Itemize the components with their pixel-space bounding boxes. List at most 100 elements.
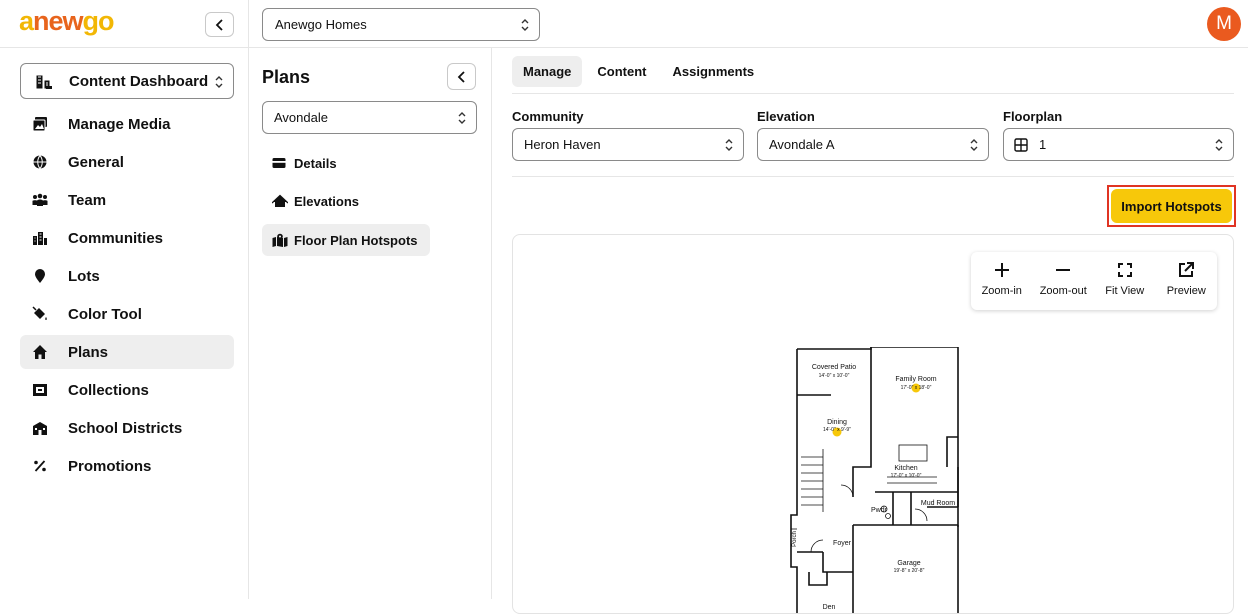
fit-view-label: Fit View — [1105, 285, 1145, 297]
updown-chevron-icon — [970, 139, 978, 151]
external-link-icon — [1179, 262, 1195, 277]
tab-bar: Manage Content Assignments — [512, 56, 765, 88]
plan-subnav-elevations[interactable]: Elevations — [262, 185, 371, 217]
fp-garage-dim: 19'-8" x 20'-8" — [894, 568, 925, 574]
fp-foyer: Foyer — [833, 540, 852, 547]
zoom-in-label: Zoom-in — [981, 285, 1022, 297]
media-icon — [32, 117, 47, 132]
plan-select[interactable]: Avondale — [262, 101, 477, 134]
fp-family-room: Family Room — [895, 376, 936, 383]
sidebar-item-label: Communities — [68, 229, 164, 247]
sidebar-item-label: Plans — [68, 343, 109, 361]
sidebar-item-promotions[interactable]: Promotions — [20, 449, 234, 483]
fp-dining-dim: 14'-0" x 9'-9" — [823, 427, 851, 433]
sidebar-item-label: General — [68, 153, 124, 171]
sidebar-item-color-tool[interactable]: Color Tool — [20, 297, 234, 331]
tab-assignments[interactable]: Assignments — [662, 56, 766, 87]
import-hotspots-button[interactable]: Import Hotspots — [1111, 189, 1232, 223]
zoom-out-button[interactable]: Zoom-out — [1033, 252, 1095, 310]
plan-subnav-floor-plan-hotspots[interactable]: Floor Plan Hotspots — [262, 224, 430, 256]
chevron-left-icon — [215, 18, 223, 31]
plan-subnav-details[interactable]: Details — [262, 147, 349, 179]
updown-chevron-icon — [458, 112, 466, 124]
sidebar-item-school-districts[interactable]: School Districts — [20, 411, 234, 445]
community-label: Community — [512, 109, 584, 124]
pin-icon — [35, 269, 45, 283]
sidebar-item-general[interactable]: General — [20, 145, 234, 179]
fit-view-icon — [1117, 263, 1132, 277]
sidebar-item-communities[interactable]: Communities — [20, 221, 234, 255]
city-icon — [33, 232, 47, 245]
canvas-toolbar: Zoom-in Zoom-out Fit View Preview — [971, 252, 1217, 310]
school-icon — [33, 422, 47, 435]
top-bar: anewgo Anewgo Homes M — [0, 0, 1248, 48]
dashboard-select[interactable]: Content Dashboard — [20, 63, 234, 99]
updown-chevron-icon — [1215, 139, 1223, 151]
sidebar-item-lots[interactable]: Lots — [20, 259, 234, 293]
floorplan-select[interactable]: 1 — [1003, 128, 1234, 161]
card-icon — [272, 158, 286, 168]
fp-mud-room: Mud Room — [921, 500, 955, 507]
team-icon — [32, 193, 48, 206]
fp-covered-patio-dim: 14'-0" x 10'-0" — [819, 373, 850, 379]
fp-garage: Garage — [897, 560, 920, 567]
preview-button[interactable]: Preview — [1156, 252, 1218, 310]
divider — [512, 93, 1234, 94]
globe-icon — [33, 155, 47, 170]
collections-icon — [33, 384, 47, 396]
dashboard-select-value: Content Dashboard — [69, 72, 209, 90]
sidebar-item-collections[interactable]: Collections — [20, 373, 234, 407]
floor-plan-canvas[interactable]: Zoom-in Zoom-out Fit View Preview Covere… — [512, 234, 1234, 614]
sidebar-item-manage-media[interactable]: Manage Media — [20, 107, 234, 141]
avatar[interactable]: M — [1207, 7, 1241, 41]
fp-porch: Porch — [792, 531, 798, 547]
plans-panel: Plans Avondale Details Elevations Floor … — [249, 48, 492, 599]
floorplan-label: Floorplan — [1003, 109, 1063, 124]
zoom-in-button[interactable]: Zoom-in — [971, 252, 1033, 310]
main-content: Manage Content Assignments Community Her… — [492, 48, 1248, 614]
updown-chevron-icon — [725, 139, 733, 151]
sidebar-item-team[interactable]: Team — [20, 183, 234, 217]
elevation-select-value: Avondale A — [769, 137, 835, 152]
percent-icon — [34, 460, 46, 472]
fp-pwdr: Pwdr — [871, 507, 888, 514]
community-select[interactable]: Heron Haven — [512, 128, 744, 161]
fp-den: Den — [823, 604, 836, 611]
chevron-left-icon — [457, 70, 465, 83]
elevation-label: Elevation — [757, 109, 815, 124]
floorplan-select-value: 1 — [1039, 137, 1047, 152]
updown-chevron-icon — [215, 76, 223, 88]
tab-manage[interactable]: Manage — [512, 56, 583, 87]
floor-plan-drawing: Covered Patio 14'-0" x 10'-0" Family Roo… — [790, 347, 959, 613]
plan-subnav-label: Details — [294, 155, 337, 171]
company-select[interactable]: Anewgo Homes — [262, 8, 540, 41]
plan-select-value: Avondale — [274, 110, 328, 125]
fp-covered-patio: Covered Patio — [812, 364, 856, 371]
community-select-value: Heron Haven — [524, 137, 601, 152]
fp-kitchen-dim: 17'-0" x 10'-0" — [891, 473, 922, 479]
grid-icon — [1014, 138, 1028, 152]
sidebar-item-label: School Districts — [68, 419, 183, 437]
tab-content[interactable]: Content — [586, 56, 657, 87]
sidebar-item-plans[interactable]: Plans — [20, 335, 234, 369]
house-elevation-icon — [272, 194, 288, 207]
sidebar-item-label: Lots — [68, 267, 100, 285]
collapse-sidebar-button[interactable] — [205, 12, 234, 37]
plus-icon — [994, 263, 1009, 277]
divider — [512, 176, 1234, 177]
zoom-out-label: Zoom-out — [1039, 285, 1087, 297]
fp-kitchen: Kitchen — [894, 465, 917, 472]
plans-title: Plans — [262, 67, 311, 87]
paint-bucket-icon — [32, 306, 47, 320]
plans-collapse-button[interactable] — [447, 63, 476, 90]
fp-family-room-dim: 17'-0" x 18'-0" — [901, 385, 932, 391]
minus-icon — [1056, 269, 1071, 271]
sidebar-item-label: Manage Media — [68, 115, 171, 133]
anewgo-logo[interactable]: anewgo — [19, 6, 115, 36]
sidebar-item-label: Team — [68, 191, 107, 209]
elevation-select[interactable]: Avondale A — [757, 128, 989, 161]
fp-dining: Dining — [827, 419, 847, 426]
building-icon — [35, 74, 52, 90]
fit-view-button[interactable]: Fit View — [1094, 252, 1156, 310]
company-select-value: Anewgo Homes — [275, 17, 367, 32]
